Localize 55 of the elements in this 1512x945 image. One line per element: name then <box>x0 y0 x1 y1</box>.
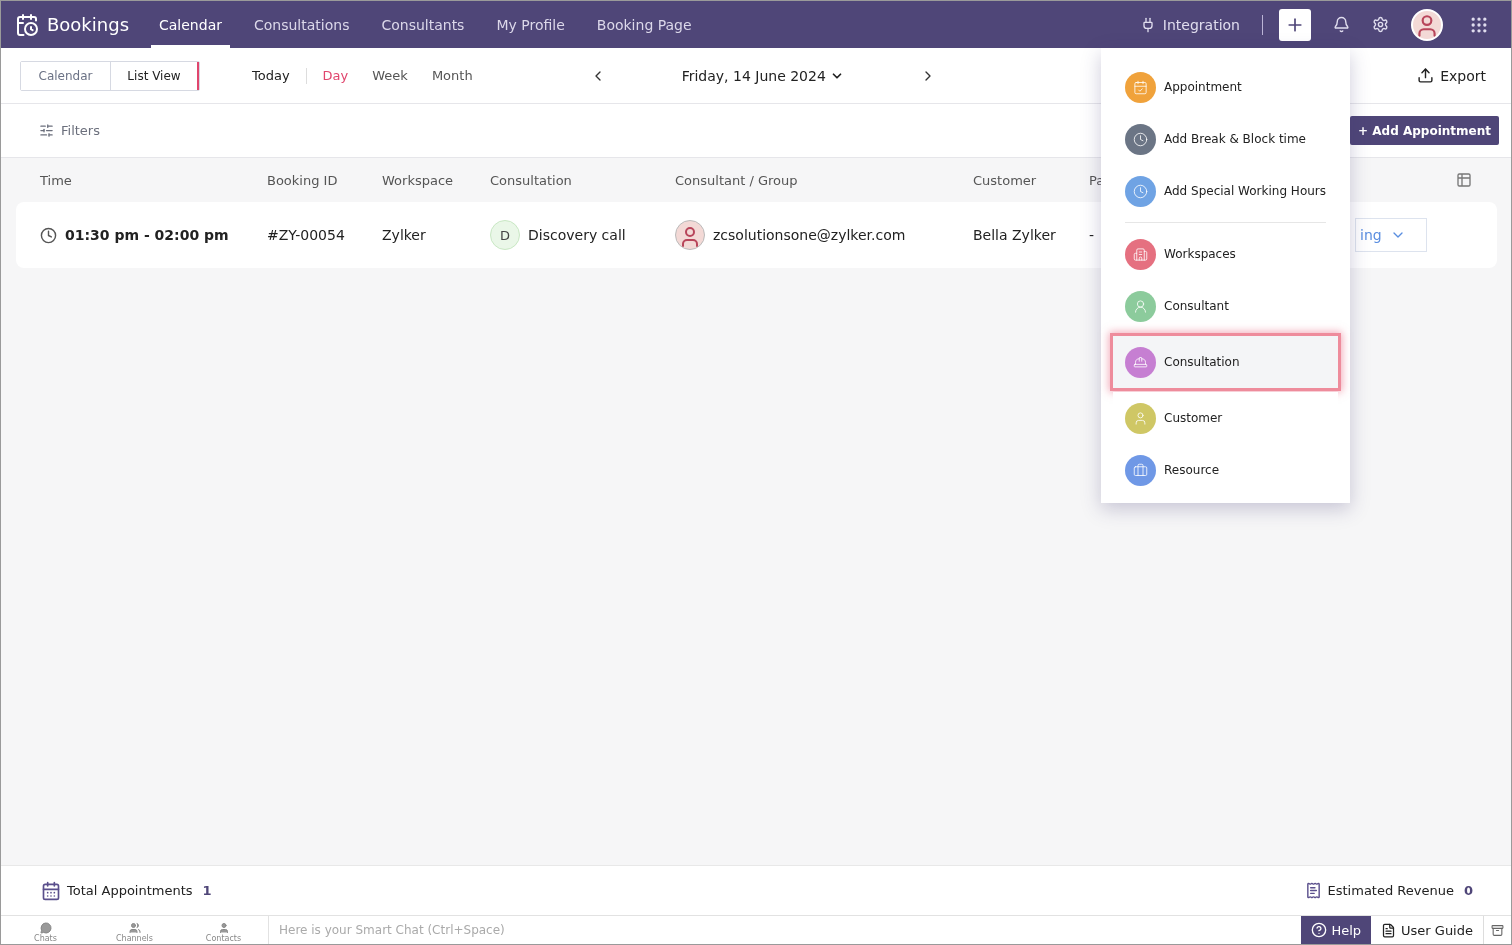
receipt-icon <box>1304 882 1322 899</box>
nav-tab[interactable]: Consultations <box>245 1 358 48</box>
date-picker[interactable]: Friday, 14 June 2024 <box>675 66 850 85</box>
document-icon <box>1381 922 1397 938</box>
nav-tab[interactable]: Booking Page <box>588 1 700 48</box>
table-layout-icon[interactable] <box>1456 172 1472 188</box>
settings-icon[interactable] <box>1372 16 1389 33</box>
table-cell-text: - <box>1089 227 1096 243</box>
range-tab[interactable]: Day <box>310 68 361 83</box>
table-cell-text: Zylker <box>382 227 427 243</box>
summary-label: Estimated Revenue <box>1327 883 1454 898</box>
integration-link[interactable]: Integration <box>1139 16 1240 33</box>
chat-tab-icon <box>128 922 141 934</box>
view-toggle[interactable]: List View <box>110 61 199 90</box>
archive-icon <box>1491 923 1504 937</box>
range-tab[interactable]: Month <box>419 68 485 83</box>
table-cell: 01:30 pm - 02:00 pm <box>65 227 229 243</box>
logo-icon <box>15 12 39 37</box>
calendar-icon <box>41 880 61 901</box>
add-appointment-button[interactable]: + Add Appointment <box>1350 116 1499 145</box>
upload-icon <box>1417 67 1435 84</box>
summary-value: 1 <box>202 883 212 898</box>
summary-label: Total Appointments <box>67 883 193 898</box>
table-cell: zcsolutionsone@zylker.com <box>713 227 906 243</box>
app-name: Bookings <box>47 14 129 35</box>
chat-tab[interactable]: Channels <box>90 916 179 944</box>
today-button[interactable]: Today <box>240 68 302 83</box>
table-cell-text: #ZY-00054 <box>267 227 346 243</box>
column-header: Booking ID <box>267 172 339 188</box>
help-button[interactable]: Help <box>1301 916 1372 944</box>
column-header: Consultant / Group <box>675 172 799 188</box>
range-tab[interactable]: Week <box>360 68 420 83</box>
chat-tab-icon <box>217 922 230 934</box>
export-button[interactable]: Export <box>1411 66 1492 85</box>
table-cell-text: Bella Zylker <box>973 227 1057 243</box>
chat-tab[interactable]: Contacts <box>179 916 268 944</box>
help-icon <box>1311 922 1328 938</box>
notification-icon[interactable] <box>1333 16 1350 33</box>
sliders-icon <box>39 123 54 138</box>
nav-tab[interactable]: Consultants <box>373 1 473 48</box>
column-header: Time <box>40 172 73 188</box>
column-header: Consultation <box>490 172 573 188</box>
create-button[interactable] <box>1279 8 1311 41</box>
column-header: Workspace <box>382 172 455 188</box>
menu-item[interactable]: Consultation <box>1113 336 1338 388</box>
initial-avatar: D <box>490 220 520 250</box>
chat-tab-icon <box>39 922 52 934</box>
column-header: Customer <box>973 172 1038 188</box>
nav-tab[interactable]: My Profile <box>488 1 573 48</box>
summary-value: 0 <box>1463 883 1473 898</box>
avatar[interactable] <box>1411 8 1443 41</box>
clock-icon <box>40 226 57 244</box>
filters-button[interactable]: Filters <box>33 122 106 139</box>
chat-tab[interactable]: Chats <box>1 916 90 944</box>
table-cell: Discovery call <box>528 227 626 243</box>
